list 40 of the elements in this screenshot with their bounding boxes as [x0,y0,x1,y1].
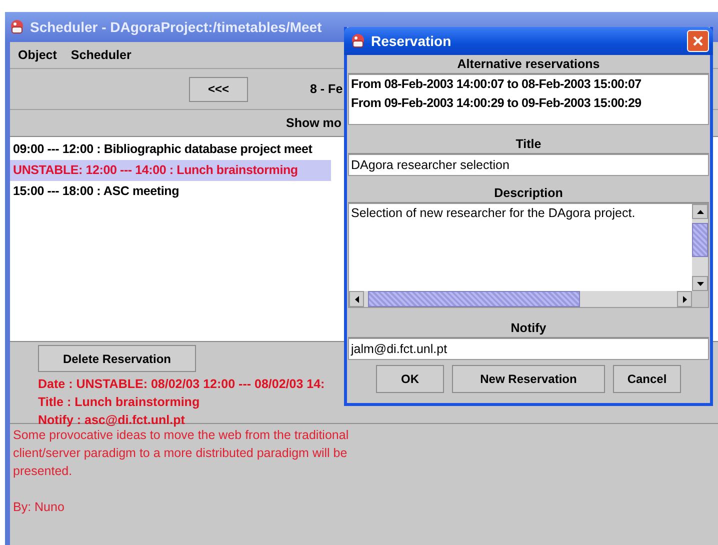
notify-field[interactable]: jalm@di.fct.unl.pt [348,338,709,360]
horizontal-scrollbar[interactable] [349,291,692,307]
detail-line: Date : UNSTABLE: 08/02/03 12:00 --- 08/02/03 14: [38,376,325,393]
right-arrow-icon [682,296,686,302]
app-icon [350,33,366,49]
detail-line: Title : Lunch brainstorming [38,394,200,411]
previous-button[interactable]: <<< [189,76,248,102]
dialog-button[interactable]: OK [376,365,444,393]
dialog-title: Reservation [371,33,452,49]
left-arrow-icon [354,296,358,302]
title-field[interactable]: DAgora researcher selection [348,154,709,176]
menu-item[interactable]: Object [18,48,57,62]
delete-reservation-button[interactable]: Delete Reservation [38,345,196,372]
date-label: 8 - Fe [310,82,343,96]
event-item[interactable]: 09:00 --- 12:00 : Bibliographic database project meet [10,139,331,160]
vertical-scrollbar[interactable] [692,204,708,291]
scroll-up-button[interactable] [692,204,708,219]
description-text: By: Nuno [13,499,66,516]
up-arrow-icon [696,210,704,214]
window-title: Scheduler - DAgoraProject:/timetables/Meet [30,19,322,35]
close-button[interactable] [687,30,709,52]
alternative-item[interactable]: From 08-Feb-2003 14:00:07 to 08-Feb-2003 15:00:07 [349,75,708,94]
close-icon [692,35,704,47]
dialog-button[interactable]: New Reservation [452,365,605,393]
down-arrow-icon [696,282,704,286]
alternative-item[interactable]: From 09-Feb-2003 14:00:29 to 09-Feb-2003 15:00:29 [349,94,708,113]
description-text: Some provocative ideas to move the web from the traditional client/server paradigm to a more distributed paradigm will be presented. [13,427,350,480]
detail-line: Notify : asc@di.fct.unl.pt [38,412,185,429]
description-field[interactable]: Selection of new researcher for the DAgora project. [349,204,692,291]
dialog-button[interactable]: Cancel [613,365,681,393]
event-item[interactable]: 15:00 --- 18:00 : ASC meeting [10,181,331,202]
scroll-right-button[interactable] [677,291,692,307]
scrollbar-thumb[interactable] [368,291,580,307]
scrollbar-thumb[interactable] [692,223,708,257]
scroll-left-button[interactable] [349,291,364,307]
scroll-down-button[interactable] [692,276,708,291]
description-value: Selection of new researcher for the DAgora project. [351,206,636,220]
menu-item[interactable]: Scheduler [70,48,132,62]
app-icon [9,19,25,35]
section-label: Description [348,184,709,203]
